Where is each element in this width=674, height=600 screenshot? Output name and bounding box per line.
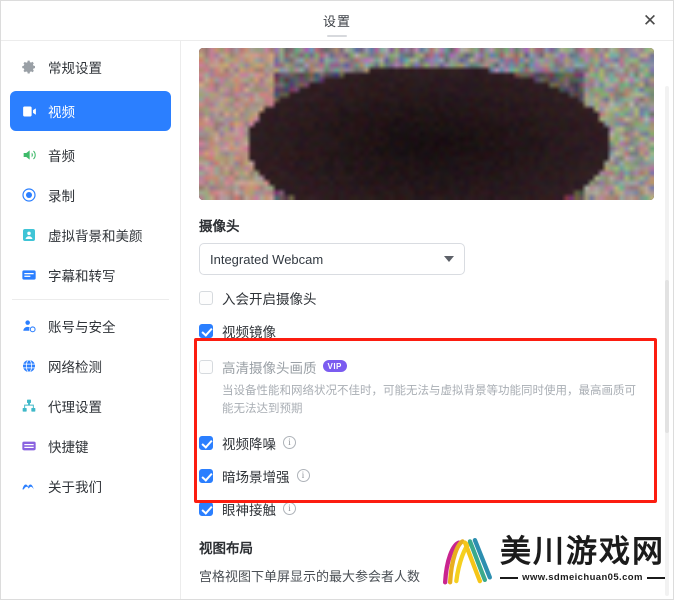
sidebar-item-virtual-background[interactable]: 虚拟背景和美颜 bbox=[10, 219, 171, 251]
about-logo-icon bbox=[20, 477, 38, 495]
checkbox-label: 眼神接触 bbox=[222, 502, 276, 518]
globe-icon bbox=[20, 357, 38, 375]
camera-device-select[interactable]: Integrated Webcam bbox=[199, 243, 465, 275]
content-scrollbar-thumb[interactable] bbox=[665, 279, 669, 433]
sidebar-item-label: 代理设置 bbox=[48, 400, 102, 415]
sidebar-item-label: 字幕和转写 bbox=[48, 269, 116, 284]
proxy-hierarchy-icon bbox=[20, 397, 38, 415]
info-icon[interactable]: i bbox=[296, 469, 310, 483]
checkbox-video-mirror[interactable] bbox=[199, 324, 213, 338]
titlebar: 设置 ✕ bbox=[1, 1, 673, 41]
checkbox-eye-contact[interactable] bbox=[199, 501, 213, 516]
view-layout-description: 宫格视图下单屏显示的最大参会者人数 bbox=[199, 568, 421, 584]
settings-content-video: 摄像头 Integrated Webcam 入会开启摄像头 视频镜像 高清摄像头… bbox=[181, 41, 673, 599]
person-card-icon bbox=[20, 226, 38, 244]
checkbox-label: 入会开启摄像头 bbox=[222, 292, 317, 307]
checkbox-video-denoise[interactable] bbox=[199, 435, 213, 450]
sidebar-item-label: 快捷键 bbox=[48, 440, 89, 455]
settings-window: 设置 ✕ 常规设置 视频 音频 录制 虚拟背景和美颜 字幕和转写 账号与安全 网… bbox=[0, 0, 674, 600]
sidebar-item-label: 虚拟背景和美颜 bbox=[48, 229, 143, 244]
checkbox-label: 视频降噪 bbox=[222, 436, 276, 452]
sidebar-item-captions[interactable]: 字幕和转写 bbox=[10, 259, 171, 291]
sidebar-item-label: 常规设置 bbox=[48, 61, 102, 76]
record-circle-icon bbox=[20, 186, 38, 204]
sidebar-item-recording[interactable]: 录制 bbox=[10, 179, 171, 211]
gear-icon bbox=[20, 58, 38, 76]
sidebar-item-account-security[interactable]: 账号与安全 bbox=[10, 310, 171, 342]
chevron-down-icon bbox=[444, 256, 454, 262]
keyboard-icon bbox=[20, 437, 38, 455]
checkbox-row-video-denoise[interactable]: 视频降噪 i bbox=[199, 433, 655, 453]
sidebar-item-proxy[interactable]: 代理设置 bbox=[10, 390, 171, 422]
hd-quality-hint: 当设备性能和网络状况不佳时，可能无法与虚拟背景等功能同时使用，最高画质可能无法达… bbox=[222, 385, 636, 416]
info-icon[interactable]: i bbox=[283, 502, 296, 516]
close-icon[interactable]: ✕ bbox=[637, 8, 663, 34]
caption-icon bbox=[20, 266, 38, 284]
speaker-icon bbox=[20, 146, 38, 164]
sidebar-item-label: 音频 bbox=[48, 149, 75, 164]
checkbox-label: 视频镜像 bbox=[222, 325, 276, 340]
checkbox-auto-start-camera[interactable] bbox=[199, 291, 213, 305]
sidebar-item-label: 关于我们 bbox=[48, 480, 102, 495]
sidebar-item-label: 视频 bbox=[48, 105, 75, 120]
info-icon[interactable]: i bbox=[283, 436, 296, 450]
sidebar-divider bbox=[12, 299, 169, 300]
window-body: 常规设置 视频 音频 录制 虚拟背景和美颜 字幕和转写 账号与安全 网络检测 代… bbox=[1, 41, 673, 599]
sidebar-item-shortcuts[interactable]: 快捷键 bbox=[10, 430, 171, 462]
view-layout-section-title: 视图布局 bbox=[199, 540, 253, 556]
camera-section-title: 摄像头 bbox=[199, 219, 240, 234]
sidebar-item-general[interactable]: 常规设置 bbox=[10, 51, 171, 83]
checkbox-row-eye-contact[interactable]: 眼神接触 i bbox=[199, 499, 655, 519]
checkbox-label: 暗场景增强 bbox=[222, 469, 290, 485]
sidebar-item-about[interactable]: 关于我们 bbox=[10, 470, 171, 502]
camera-device-value: Integrated Webcam bbox=[210, 251, 324, 267]
checkbox-low-light-enhance[interactable] bbox=[199, 468, 213, 483]
page-title: 设置 bbox=[323, 11, 351, 37]
sidebar-item-audio[interactable]: 音频 bbox=[10, 139, 171, 171]
sidebar-item-video[interactable]: 视频 bbox=[10, 91, 171, 131]
account-security-icon bbox=[20, 317, 38, 335]
checkbox-row-auto-start-camera[interactable]: 入会开启摄像头 bbox=[199, 288, 655, 308]
sidebar: 常规设置 视频 音频 录制 虚拟背景和美颜 字幕和转写 账号与安全 网络检测 代… bbox=[1, 41, 181, 599]
checkbox-row-video-mirror[interactable]: 视频镜像 bbox=[199, 321, 655, 341]
vip-badge: VIP bbox=[322, 360, 347, 372]
sidebar-item-label: 录制 bbox=[48, 189, 75, 204]
checkbox-label: 高清摄像头画质 bbox=[222, 361, 317, 376]
video-camera-icon bbox=[20, 102, 38, 120]
sidebar-item-label: 网络检测 bbox=[48, 360, 102, 375]
camera-preview bbox=[199, 48, 654, 200]
sidebar-item-label: 账号与安全 bbox=[48, 320, 116, 335]
sidebar-item-network-test[interactable]: 网络检测 bbox=[10, 350, 171, 382]
checkbox-hd-quality[interactable] bbox=[199, 360, 213, 374]
checkbox-row-hd-quality[interactable]: 高清摄像头画质 VIP bbox=[199, 357, 655, 377]
checkbox-row-low-light-enhance[interactable]: 暗场景增强 i bbox=[199, 466, 655, 486]
content-scrollbar-track[interactable] bbox=[665, 86, 669, 596]
